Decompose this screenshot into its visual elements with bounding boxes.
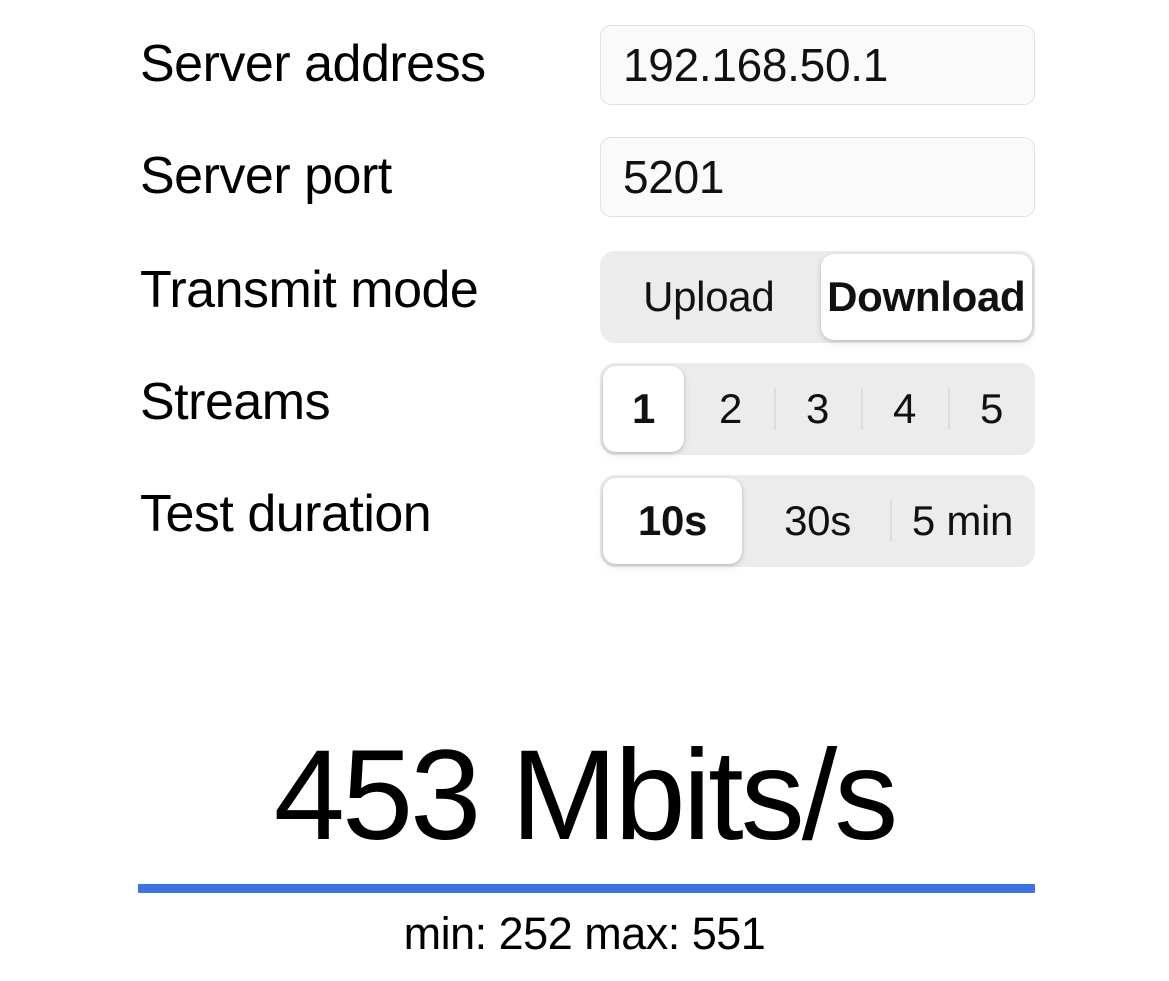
settings-row-streams: Streams 1 2 3 4 5 [0,352,1169,464]
transmit-mode-option-download[interactable]: Download [818,251,1036,343]
server-port-value: 5201 [623,151,725,203]
settings-row-server-address: Server address 192.168.50.1 [0,14,1169,126]
server-port-input[interactable]: 5201 [600,137,1035,217]
streams-option-4[interactable]: 4 [861,363,948,455]
throughput-value: 453 Mbits/s [273,724,899,867]
settings-row-test-duration: Test duration 10s 30s 5 min [0,464,1169,576]
streams-option-3[interactable]: 3 [774,363,861,455]
test-duration-segmented-control: 10s 30s 5 min [600,475,1035,567]
transmit-mode-option-upload[interactable]: Upload [600,251,818,343]
streams-option-1[interactable]: 1 [600,363,687,455]
throughput-underline-bar [138,884,1035,893]
streams-option-5[interactable]: 5 [948,363,1035,455]
streams-segmented-control: 12345 [600,363,1035,455]
throughput-min-max: min: 252 max: 551 [403,908,766,959]
test-duration-option-5-min[interactable]: 5 min [890,475,1035,567]
label-test-duration: Test duration [140,485,432,543]
settings-row-transmit-mode: Transmit mode Upload Download [0,240,1169,352]
settings-row-server-port: Server port 5201 [0,126,1169,238]
test-duration-option-10s[interactable]: 10s [600,475,745,567]
label-server-address: Server address [140,35,486,93]
throughput-result: 453 Mbits/s min: 252 max: 551 [0,716,1169,959]
test-duration-option-30s[interactable]: 30s [745,475,890,567]
transmit-mode-segmented-control: Upload Download [600,251,1035,343]
server-address-value: 192.168.50.1 [623,39,888,91]
label-transmit-mode: Transmit mode [140,261,479,319]
label-server-port: Server port [140,147,392,205]
streams-option-2[interactable]: 2 [687,363,774,455]
label-streams: Streams [140,373,331,431]
server-address-input[interactable]: 192.168.50.1 [600,25,1035,105]
